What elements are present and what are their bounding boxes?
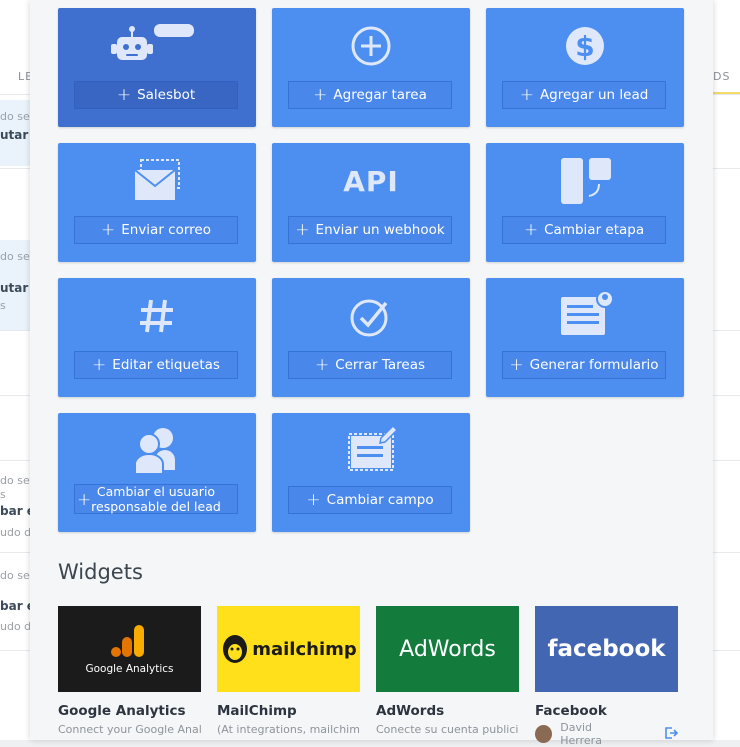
salesbot-button[interactable]: + Salesbot	[74, 81, 238, 109]
webhook-card[interactable]: API + Enviar un webhook	[272, 143, 470, 262]
widget-description: (At integrations, mailchim...	[217, 723, 360, 736]
edit-tags-button[interactable]: + Editar etiquetas	[74, 351, 238, 379]
widget-adwords[interactable]: AdWords AdWords Conecte su cuenta public…	[376, 606, 519, 736]
salesbot-card[interactable]: + Salesbot	[58, 8, 256, 127]
edit-field-icon	[272, 421, 470, 481]
webhook-button[interactable]: + Enviar un webhook	[288, 216, 452, 244]
send-email-card[interactable]: + Enviar correo	[58, 143, 256, 262]
background-fragment: s	[0, 299, 6, 312]
widget-mailchimp[interactable]: mailchimp MailChimp (At integrations, ma…	[217, 606, 360, 736]
background-fragment: s	[0, 488, 6, 501]
widgets-heading: Widgets	[58, 560, 143, 584]
close-tasks-label: Cerrar Tareas	[335, 357, 426, 373]
change-field-button[interactable]: + Cambiar campo	[288, 486, 452, 514]
add-task-button[interactable]: + Agregar tarea	[288, 81, 452, 109]
background-fragment: do se	[0, 474, 30, 487]
widget-name: AdWords	[376, 703, 445, 719]
widget-description: Conecte su cuenta publici...	[376, 723, 519, 736]
logout-icon[interactable]	[664, 725, 679, 744]
add-lead-button[interactable]: + Agregar un lead	[502, 81, 666, 109]
add-lead-card[interactable]: $ + Agregar un lead	[486, 8, 684, 127]
robot-icon	[58, 16, 256, 76]
envelope-icon	[58, 151, 256, 211]
send-email-label: Enviar correo	[121, 222, 211, 238]
api-icon: API	[343, 164, 399, 198]
salesbot-label: Salesbot	[137, 87, 196, 103]
add-task-card[interactable]: + Agregar tarea	[272, 8, 470, 127]
close-tasks-button[interactable]: + Cerrar Tareas	[288, 351, 452, 379]
change-stage-card[interactable]: + Cambiar etapa	[486, 143, 684, 262]
background-tab-right: DS	[713, 70, 731, 83]
close-tasks-card[interactable]: + Cerrar Tareas	[272, 278, 470, 397]
generate-form-button[interactable]: + Generar formulario	[502, 351, 666, 379]
change-owner-card[interactable]: + Cambiar el usuario responsable del lead	[58, 413, 256, 532]
send-email-button[interactable]: + Enviar correo	[74, 216, 238, 244]
facebook-logo: facebook	[535, 606, 678, 692]
widget-description: Connect your Google Anal...	[58, 723, 201, 736]
add-task-label: Agregar tarea	[333, 87, 427, 103]
mailchimp-logo: mailchimp	[217, 606, 360, 692]
generate-form-card[interactable]: + Generar formulario	[486, 278, 684, 397]
hashtag-icon	[58, 286, 256, 346]
change-field-card[interactable]: + Cambiar campo	[272, 413, 470, 532]
widget-name: Google Analytics	[58, 703, 186, 719]
dollar-icon: $	[486, 16, 684, 76]
pipeline-stage-icon	[486, 151, 684, 211]
generate-form-label: Generar formulario	[529, 357, 659, 373]
add-lead-label: Agregar un lead	[539, 87, 649, 103]
change-owner-button[interactable]: + Cambiar el usuario responsable del lead	[74, 484, 238, 514]
background-fragment: do se	[0, 110, 30, 123]
change-owner-label: Cambiar el usuario responsable del lead	[91, 484, 221, 514]
edit-tags-card[interactable]: + Editar etiquetas	[58, 278, 256, 397]
background-fragment: udo d	[0, 620, 32, 633]
form-icon	[486, 286, 684, 346]
change-field-label: Cambiar campo	[326, 492, 434, 508]
svg-text:$: $	[575, 30, 594, 63]
widget-name: MailChimp	[217, 703, 297, 719]
background-fragment: udo d	[0, 526, 32, 539]
background-fragment: do se	[0, 569, 30, 582]
change-stage-button[interactable]: + Cambiar etapa	[502, 216, 666, 244]
widget-facebook[interactable]: facebook Facebook David Herrera	[535, 606, 679, 747]
background-fragment: do se	[0, 250, 30, 263]
users-icon	[58, 421, 256, 481]
adwords-logo: AdWords	[376, 606, 519, 692]
change-stage-label: Cambiar etapa	[544, 222, 645, 238]
avatar	[535, 725, 553, 743]
google-analytics-logo: Google Analytics	[58, 606, 201, 692]
webhook-label: Enviar un webhook	[315, 222, 445, 238]
check-circle-icon	[272, 286, 470, 346]
edit-tags-label: Editar etiquetas	[112, 357, 220, 373]
widget-author: David Herrera	[560, 721, 602, 747]
add-circle-icon	[272, 16, 470, 76]
widget-name: Facebook	[535, 703, 607, 719]
widget-google-analytics[interactable]: Google Analytics Google Analytics Connec…	[58, 606, 201, 736]
